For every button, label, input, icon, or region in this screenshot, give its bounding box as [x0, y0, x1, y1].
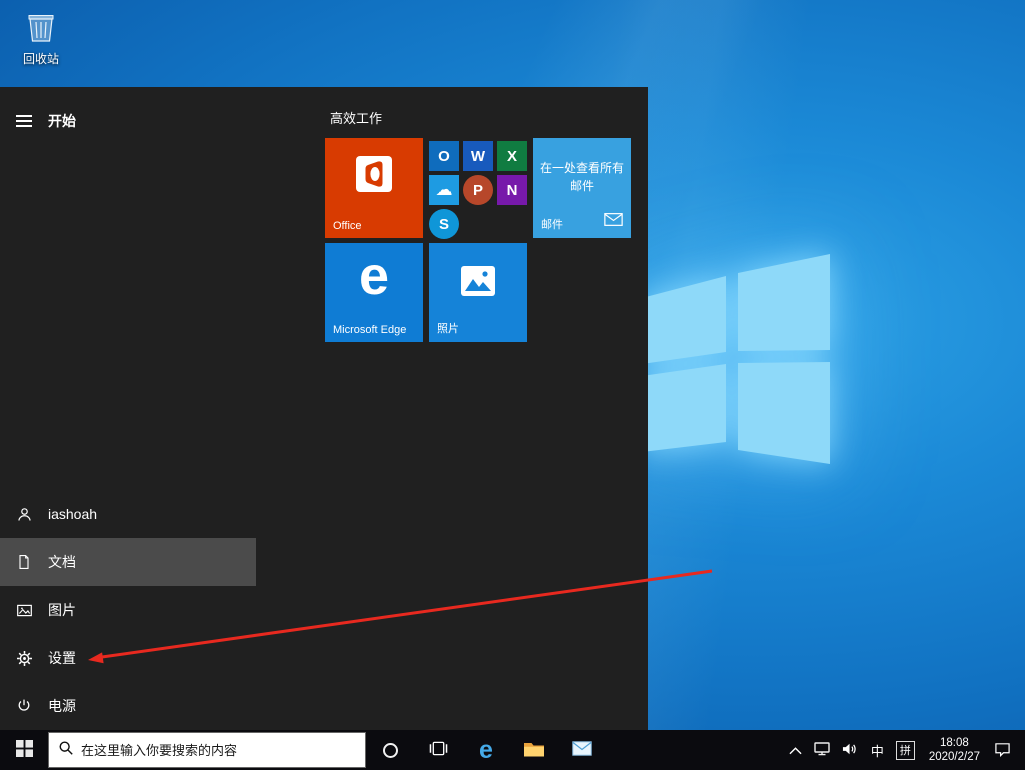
- windows-logo-icon: [15, 740, 33, 760]
- taskbar-clock[interactable]: 18:08 2020/2/27: [921, 736, 988, 764]
- tile-edge-label: Microsoft Edge: [333, 324, 407, 336]
- sidebar-item-pictures[interactable]: 图片: [0, 586, 256, 634]
- onenote-icon: N: [506, 181, 518, 199]
- tile-microsoft-edge[interactable]: e Microsoft Edge: [325, 243, 423, 342]
- tile-group-title: 高效工作: [330, 111, 383, 126]
- tray-show-hidden-icons-button[interactable]: [783, 730, 808, 770]
- file-explorer-button[interactable]: [510, 730, 558, 770]
- mail-taskbar-button[interactable]: [558, 730, 606, 770]
- tile-mail-label: 邮件: [541, 219, 563, 231]
- windows-wallpaper-logo-icon: [642, 254, 830, 464]
- start-menu-sidebar: iashoah 文档 图片 设置 电源: [0, 490, 256, 730]
- task-view-icon: [428, 740, 449, 760]
- sidebar-settings-label: 设置: [48, 650, 76, 666]
- gear-icon: [0, 650, 48, 667]
- mail-envelope-icon: [604, 213, 623, 231]
- excel-icon: X: [506, 147, 517, 165]
- windows-desktop-screen: 回收站 开始 iashoah 文档 图片 设置 电源 高效工作 Office O…: [0, 0, 1025, 770]
- tile-outlook[interactable]: O: [429, 141, 459, 171]
- mail-tile-text: 在一处查看所有 邮件: [539, 161, 624, 193]
- taskbar: e: [0, 730, 1025, 770]
- sidebar-power-label: 电源: [48, 698, 76, 714]
- tile-onenote[interactable]: N: [497, 175, 527, 205]
- cortana-button[interactable]: [366, 730, 414, 770]
- powerpoint-icon: P: [472, 181, 483, 199]
- outlook-icon: O: [438, 147, 450, 165]
- action-center-button[interactable]: [988, 730, 1017, 770]
- volume-button[interactable]: [836, 730, 865, 770]
- sidebar-item-power[interactable]: 电源: [0, 682, 256, 730]
- hamburger-menu-icon[interactable]: [0, 101, 48, 141]
- tile-mail[interactable]: 在一处查看所有 邮件 邮件: [533, 138, 631, 238]
- edge-taskbar-button[interactable]: e: [462, 730, 510, 770]
- folder-icon: [523, 740, 545, 761]
- skype-icon: S: [438, 215, 449, 233]
- recycle-bin-icon: [21, 15, 61, 48]
- edge-icon: e: [358, 246, 390, 306]
- search-input[interactable]: [81, 742, 356, 758]
- speaker-icon: [842, 742, 859, 759]
- tile-excel[interactable]: X: [497, 141, 527, 171]
- sidebar-item-documents[interactable]: 文档: [0, 538, 256, 586]
- network-icon: [814, 741, 830, 759]
- start-menu-title: 开始: [48, 113, 76, 129]
- tile-photos[interactable]: 照片: [429, 243, 527, 342]
- taskbar-search-box[interactable]: [48, 732, 366, 768]
- user-icon: [0, 506, 48, 523]
- sidebar-item-user[interactable]: iashoah: [0, 490, 256, 538]
- recycle-bin-label: 回收站: [22, 52, 59, 66]
- tile-office-apps-group: O W X ☁ P N S: [429, 138, 527, 239]
- sidebar-item-settings[interactable]: 设置: [0, 634, 256, 682]
- system-tray: 中 拼 18:08 2020/2/27: [783, 730, 1025, 770]
- network-status-button[interactable]: [808, 730, 836, 770]
- tile-office-label: Office: [333, 220, 362, 232]
- photos-icon: [460, 265, 496, 302]
- notification-bubble-icon: [994, 741, 1011, 760]
- ime-mode-indicator[interactable]: 拼: [890, 730, 921, 770]
- cortana-icon: [382, 742, 398, 758]
- ime-language-indicator[interactable]: 中: [865, 730, 890, 770]
- sidebar-documents-label: 文档: [48, 554, 76, 570]
- power-icon: [0, 698, 48, 714]
- task-view-button[interactable]: [414, 730, 462, 770]
- chevron-up-icon: [789, 743, 802, 758]
- sidebar-pictures-label: 图片: [48, 602, 76, 618]
- tile-onedrive[interactable]: ☁: [429, 175, 459, 205]
- clock-time: 18:08: [940, 737, 969, 749]
- search-icon: [58, 740, 74, 761]
- office-icon: [354, 154, 394, 199]
- tile-office[interactable]: Office: [325, 138, 423, 238]
- document-icon: [0, 554, 48, 570]
- edge-icon: e: [479, 735, 493, 764]
- tile-skype[interactable]: S: [429, 209, 459, 239]
- tile-powerpoint[interactable]: P: [463, 175, 493, 205]
- mail-envelope-icon: [572, 741, 592, 759]
- picture-icon: [0, 602, 48, 619]
- clock-date: 2020/2/27: [928, 751, 980, 763]
- onedrive-cloud-icon: ☁: [435, 180, 453, 199]
- sidebar-user-label: iashoah: [48, 506, 98, 522]
- tile-word[interactable]: W: [463, 141, 493, 171]
- start-menu: 开始 iashoah 文档 图片 设置 电源 高效工作 Office O W X…: [0, 87, 648, 730]
- word-icon: W: [470, 147, 486, 165]
- start-menu-header: 开始: [0, 101, 256, 141]
- start-button[interactable]: [0, 730, 48, 770]
- tile-photos-label: 照片: [437, 323, 459, 335]
- recycle-bin-desktop-icon[interactable]: 回收站: [14, 8, 68, 67]
